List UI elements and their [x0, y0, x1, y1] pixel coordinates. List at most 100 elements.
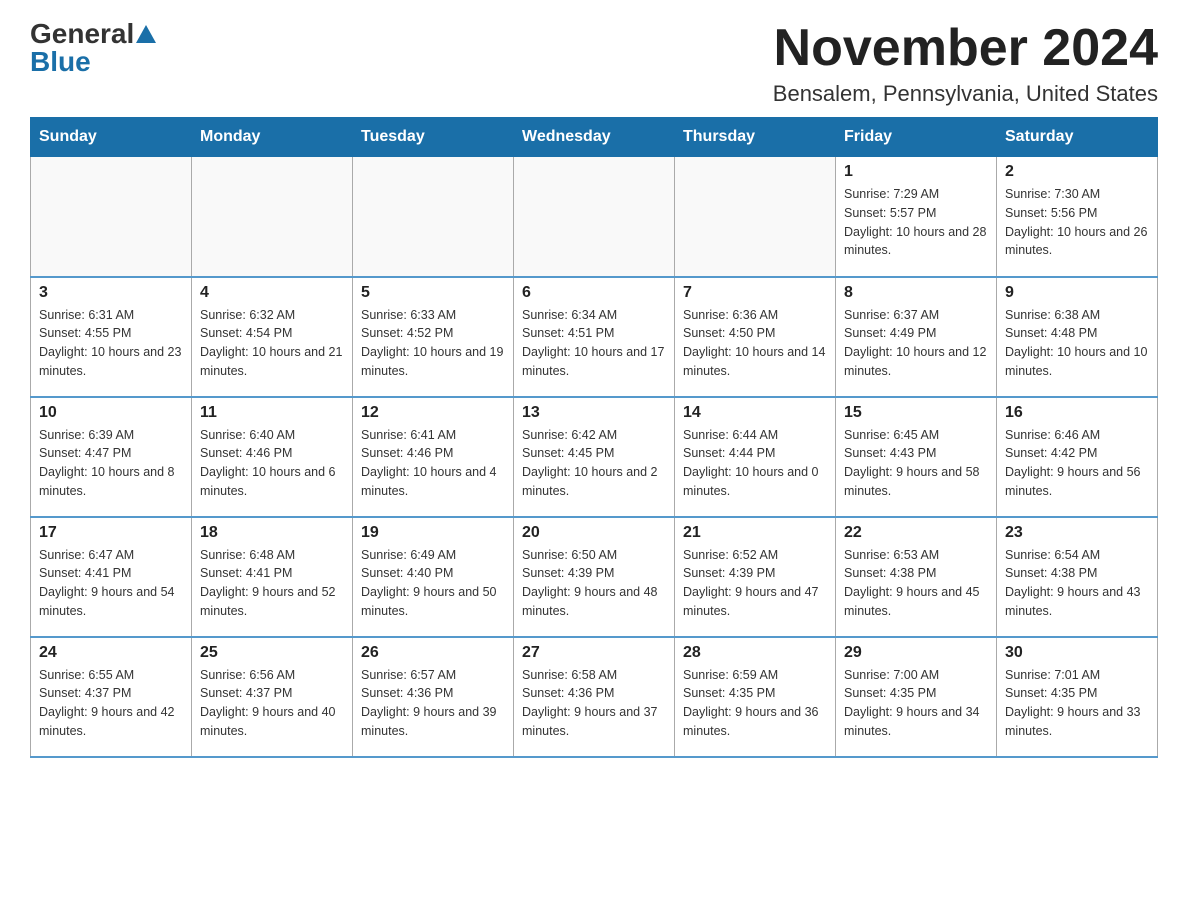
day-info: Sunrise: 6:32 AM Sunset: 4:54 PM Dayligh…	[200, 306, 344, 381]
col-sunday: Sunday	[31, 118, 192, 157]
page-header: General Blue November 2024 Bensalem, Pen…	[30, 20, 1158, 107]
day-info: Sunrise: 6:36 AM Sunset: 4:50 PM Dayligh…	[683, 306, 827, 381]
calendar-cell: 14 Sunrise: 6:44 AM Sunset: 4:44 PM Dayli…	[675, 397, 836, 517]
day-number: 3	[39, 284, 183, 302]
day-number: 22	[844, 524, 988, 542]
day-number: 25	[200, 644, 344, 662]
day-number: 23	[1005, 524, 1149, 542]
calendar-cell: 24 Sunrise: 6:55 AM Sunset: 4:37 PM Dayli…	[31, 637, 192, 757]
month-title: November 2024	[773, 20, 1158, 77]
day-info: Sunrise: 6:48 AM Sunset: 4:41 PM Dayligh…	[200, 546, 344, 621]
calendar-cell: 13 Sunrise: 6:42 AM Sunset: 4:45 PM Dayli…	[514, 397, 675, 517]
calendar-week-row: 3Sunrise: 6:31 AM Sunset: 4:55 PM Daylig…	[31, 277, 1158, 397]
day-info: Sunrise: 6:44 AM Sunset: 4:44 PM Dayligh…	[683, 426, 827, 501]
calendar-week-row: 1 Sunrise: 7:29 AM Sunset: 5:57 PM Daylig…	[31, 157, 1158, 277]
day-info: Sunrise: 6:59 AM Sunset: 4:35 PM Dayligh…	[683, 666, 827, 741]
calendar-cell	[675, 157, 836, 277]
calendar-cell	[514, 157, 675, 277]
calendar-week-row: 10 Sunrise: 6:39 AM Sunset: 4:47 PM Dayli…	[31, 397, 1158, 517]
day-info: Sunrise: 6:57 AM Sunset: 4:36 PM Dayligh…	[361, 666, 505, 741]
calendar-cell: 27Sunrise: 6:58 AM Sunset: 4:36 PM Dayli…	[514, 637, 675, 757]
day-number: 20	[522, 524, 666, 542]
logo-general-text: General	[30, 20, 134, 48]
day-info: Sunrise: 7:29 AM Sunset: 5:57 PM Dayligh…	[844, 185, 988, 260]
day-number: 8	[844, 284, 988, 302]
calendar-header-row: Sunday Monday Tuesday Wednesday Thursday…	[31, 118, 1158, 157]
day-number: 6	[522, 284, 666, 302]
day-number: 19	[361, 524, 505, 542]
calendar-cell: 16 Sunrise: 6:46 AM Sunset: 4:42 PM Dayli…	[997, 397, 1158, 517]
day-number: 4	[200, 284, 344, 302]
location-title: Bensalem, Pennsylvania, United States	[773, 81, 1158, 107]
calendar-cell: 25 Sunrise: 6:56 AM Sunset: 4:37 PM Dayli…	[192, 637, 353, 757]
calendar-cell: 8Sunrise: 6:37 AM Sunset: 4:49 PM Daylig…	[836, 277, 997, 397]
day-info: Sunrise: 6:55 AM Sunset: 4:37 PM Dayligh…	[39, 666, 183, 741]
col-thursday: Thursday	[675, 118, 836, 157]
day-number: 12	[361, 404, 505, 422]
logo: General Blue	[30, 20, 156, 76]
calendar-cell: 1 Sunrise: 7:29 AM Sunset: 5:57 PM Daylig…	[836, 157, 997, 277]
logo-blue-text: Blue	[30, 48, 91, 76]
calendar-cell: 2 Sunrise: 7:30 AM Sunset: 5:56 PM Daylig…	[997, 157, 1158, 277]
day-number: 21	[683, 524, 827, 542]
calendar-cell: 20 Sunrise: 6:50 AM Sunset: 4:39 PM Dayli…	[514, 517, 675, 637]
day-number: 14	[683, 404, 827, 422]
calendar-table: Sunday Monday Tuesday Wednesday Thursday…	[30, 117, 1158, 758]
title-block: November 2024 Bensalem, Pennsylvania, Un…	[773, 20, 1158, 107]
day-number: 11	[200, 404, 344, 422]
day-info: Sunrise: 6:56 AM Sunset: 4:37 PM Dayligh…	[200, 666, 344, 741]
day-info: Sunrise: 7:00 AM Sunset: 4:35 PM Dayligh…	[844, 666, 988, 741]
day-info: Sunrise: 7:30 AM Sunset: 5:56 PM Dayligh…	[1005, 185, 1149, 260]
day-number: 24	[39, 644, 183, 662]
calendar-cell: 15Sunrise: 6:45 AM Sunset: 4:43 PM Dayli…	[836, 397, 997, 517]
day-info: Sunrise: 6:58 AM Sunset: 4:36 PM Dayligh…	[522, 666, 666, 741]
day-info: Sunrise: 6:45 AM Sunset: 4:43 PM Dayligh…	[844, 426, 988, 501]
calendar-cell: 4 Sunrise: 6:32 AM Sunset: 4:54 PM Daylig…	[192, 277, 353, 397]
calendar-cell	[353, 157, 514, 277]
calendar-cell: 18 Sunrise: 6:48 AM Sunset: 4:41 PM Dayli…	[192, 517, 353, 637]
calendar-cell	[192, 157, 353, 277]
calendar-cell: 6 Sunrise: 6:34 AM Sunset: 4:51 PM Daylig…	[514, 277, 675, 397]
calendar-cell: 22Sunrise: 6:53 AM Sunset: 4:38 PM Dayli…	[836, 517, 997, 637]
calendar-cell: 26Sunrise: 6:57 AM Sunset: 4:36 PM Dayli…	[353, 637, 514, 757]
col-wednesday: Wednesday	[514, 118, 675, 157]
calendar-cell: 3Sunrise: 6:31 AM Sunset: 4:55 PM Daylig…	[31, 277, 192, 397]
day-number: 5	[361, 284, 505, 302]
day-info: Sunrise: 6:49 AM Sunset: 4:40 PM Dayligh…	[361, 546, 505, 621]
calendar-cell: 28 Sunrise: 6:59 AM Sunset: 4:35 PM Dayli…	[675, 637, 836, 757]
day-info: Sunrise: 6:38 AM Sunset: 4:48 PM Dayligh…	[1005, 306, 1149, 381]
day-info: Sunrise: 6:39 AM Sunset: 4:47 PM Dayligh…	[39, 426, 183, 501]
day-info: Sunrise: 6:50 AM Sunset: 4:39 PM Dayligh…	[522, 546, 666, 621]
day-info: Sunrise: 6:42 AM Sunset: 4:45 PM Dayligh…	[522, 426, 666, 501]
calendar-cell: 11 Sunrise: 6:40 AM Sunset: 4:46 PM Dayli…	[192, 397, 353, 517]
day-info: Sunrise: 6:33 AM Sunset: 4:52 PM Dayligh…	[361, 306, 505, 381]
day-info: Sunrise: 6:41 AM Sunset: 4:46 PM Dayligh…	[361, 426, 505, 501]
calendar-cell: 5 Sunrise: 6:33 AM Sunset: 4:52 PM Daylig…	[353, 277, 514, 397]
calendar-cell: 29 Sunrise: 7:00 AM Sunset: 4:35 PM Dayli…	[836, 637, 997, 757]
calendar-cell: 17Sunrise: 6:47 AM Sunset: 4:41 PM Dayli…	[31, 517, 192, 637]
calendar-cell: 10 Sunrise: 6:39 AM Sunset: 4:47 PM Dayli…	[31, 397, 192, 517]
day-number: 9	[1005, 284, 1149, 302]
day-info: Sunrise: 6:46 AM Sunset: 4:42 PM Dayligh…	[1005, 426, 1149, 501]
calendar-cell: 21Sunrise: 6:52 AM Sunset: 4:39 PM Dayli…	[675, 517, 836, 637]
day-number: 29	[844, 644, 988, 662]
col-friday: Friday	[836, 118, 997, 157]
calendar-cell: 7Sunrise: 6:36 AM Sunset: 4:50 PM Daylig…	[675, 277, 836, 397]
calendar-cell: 12 Sunrise: 6:41 AM Sunset: 4:46 PM Dayli…	[353, 397, 514, 517]
calendar-cell: 30Sunrise: 7:01 AM Sunset: 4:35 PM Dayli…	[997, 637, 1158, 757]
day-info: Sunrise: 6:34 AM Sunset: 4:51 PM Dayligh…	[522, 306, 666, 381]
day-number: 10	[39, 404, 183, 422]
day-number: 2	[1005, 163, 1149, 181]
day-number: 18	[200, 524, 344, 542]
calendar-cell: 23 Sunrise: 6:54 AM Sunset: 4:38 PM Dayli…	[997, 517, 1158, 637]
day-number: 28	[683, 644, 827, 662]
day-info: Sunrise: 6:54 AM Sunset: 4:38 PM Dayligh…	[1005, 546, 1149, 621]
day-number: 1	[844, 163, 988, 181]
day-number: 16	[1005, 404, 1149, 422]
day-number: 17	[39, 524, 183, 542]
calendar-week-row: 17Sunrise: 6:47 AM Sunset: 4:41 PM Dayli…	[31, 517, 1158, 637]
calendar-cell: 9 Sunrise: 6:38 AM Sunset: 4:48 PM Daylig…	[997, 277, 1158, 397]
day-info: Sunrise: 6:40 AM Sunset: 4:46 PM Dayligh…	[200, 426, 344, 501]
calendar-cell: 19 Sunrise: 6:49 AM Sunset: 4:40 PM Dayli…	[353, 517, 514, 637]
day-number: 13	[522, 404, 666, 422]
